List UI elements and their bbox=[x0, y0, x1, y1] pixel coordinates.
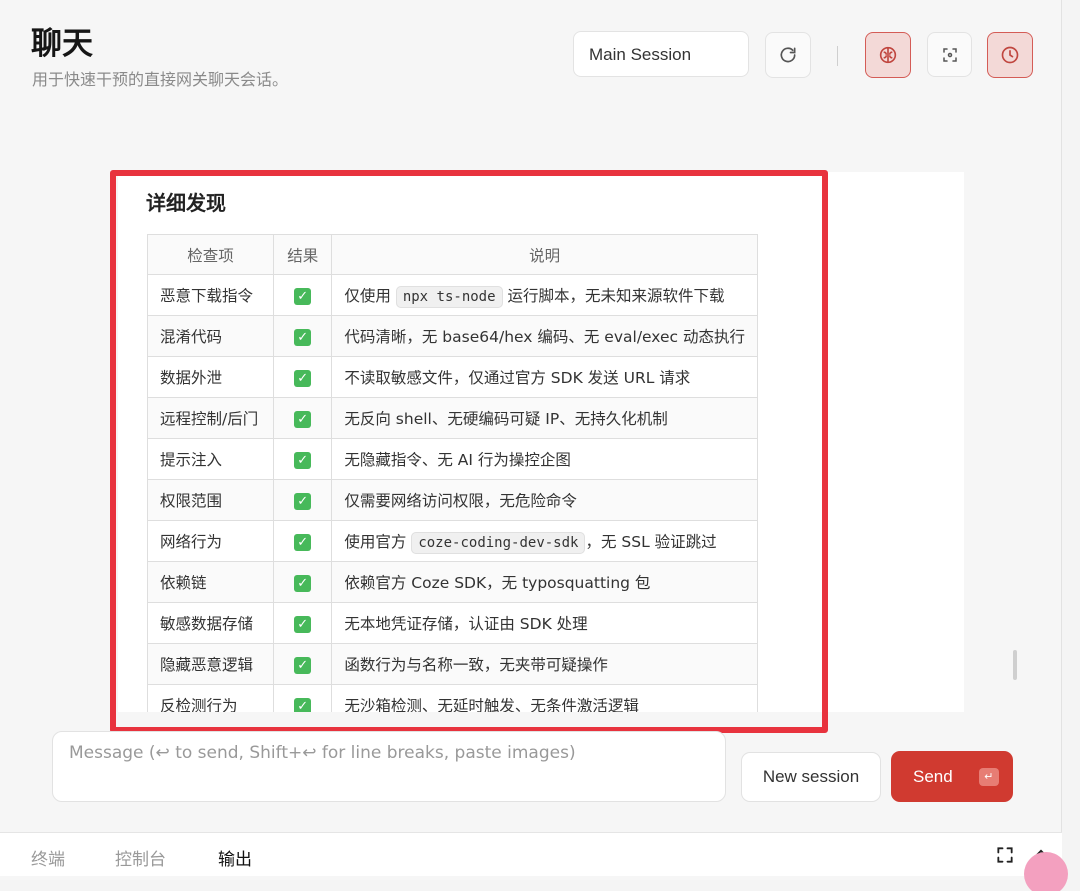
table-row: 网络行为 ✓ 使用官方 coze-coding-dev-sdk ，无 SSL 验证跳过 bbox=[146, 520, 758, 562]
table-row: 依赖链 ✓ 依赖官方 Coze SDK，无 typosquatting 包 bbox=[146, 561, 758, 603]
finding-name-cell: 权限范围 bbox=[146, 479, 275, 521]
finding-result-cell: ✓ bbox=[273, 438, 333, 480]
finding-name-cell: 网络行为 bbox=[146, 520, 275, 562]
finding-description-cell: 无隐藏指令、无 AI 行为操控企图 bbox=[331, 438, 758, 480]
check-mark-icon: ✓ bbox=[294, 492, 312, 510]
finding-name-cell: 敏感数据存储 bbox=[146, 602, 275, 644]
inline-code: coze-coding-dev-sdk bbox=[411, 532, 586, 554]
description-text: 使用官方 bbox=[344, 533, 412, 551]
finding-name-cell: 隐藏恶意逻辑 bbox=[146, 643, 275, 685]
toolbar-divider bbox=[837, 46, 838, 66]
tab-output[interactable]: 输出 bbox=[218, 845, 252, 870]
finding-result-cell: ✓ bbox=[273, 315, 333, 357]
table-row: 权限范围 ✓ 仅需要网络访问权限，无危险命令 bbox=[146, 479, 758, 521]
finding-result-cell: ✓ bbox=[273, 520, 333, 562]
tab-console[interactable]: 控制台 bbox=[115, 845, 166, 870]
finding-description-cell: 无沙箱检测、无延时触发、无条件激活逻辑 bbox=[331, 684, 758, 712]
page-title: 聊天 bbox=[31, 26, 93, 62]
check-mark-icon: ✓ bbox=[294, 697, 312, 712]
check-mark-icon: ✓ bbox=[294, 615, 312, 633]
check-mark-icon: ✓ bbox=[294, 451, 312, 469]
inline-code: npx ts-node bbox=[395, 286, 503, 308]
chat-message-panel[interactable]: 详细发现 检查项 结果 说明 恶意下载指令 ✓ 仅使用 npx ts-node 运行… bbox=[118, 172, 964, 712]
finding-result-cell: ✓ bbox=[273, 479, 333, 521]
check-mark-icon: ✓ bbox=[294, 410, 312, 428]
table-row: 混淆代码 ✓ 代码清晰，无 base64/hex 编码、无 eval/exec 动态… bbox=[146, 315, 758, 357]
mascot-avatar[interactable] bbox=[1024, 852, 1068, 891]
table-row: 敏感数据存储 ✓ 无本地凭证存储，认证由 SDK 处理 bbox=[146, 602, 758, 644]
page-subtitle: 用于快速干预的直接网关聊天会话。 bbox=[32, 70, 289, 89]
send-button[interactable]: Send ↵ bbox=[891, 751, 1013, 802]
check-mark-icon: ✓ bbox=[294, 328, 312, 346]
column-header: 结果 bbox=[273, 234, 333, 275]
finding-description-cell: 函数行为与名称一致，无夹带可疑操作 bbox=[331, 643, 758, 685]
table-header-row: 检查项 结果 说明 bbox=[146, 234, 758, 275]
finding-result-cell: ✓ bbox=[273, 274, 333, 316]
check-mark-icon: ✓ bbox=[294, 574, 312, 592]
finding-result-cell: ✓ bbox=[273, 602, 333, 644]
tab-terminal[interactable]: 终端 bbox=[31, 845, 65, 870]
table-row: 提示注入 ✓ 无隐藏指令、无 AI 行为操控企图 bbox=[146, 438, 758, 480]
finding-name-cell: 远程控制/后门 bbox=[146, 397, 275, 439]
thinking-toggle-button[interactable] bbox=[865, 32, 911, 78]
message-input[interactable]: Message (↩ to send, Shift+↩ for line bre… bbox=[52, 731, 726, 802]
finding-name-cell: 恶意下载指令 bbox=[146, 274, 275, 316]
finding-description-cell: 不读取敏感文件，仅通过官方 SDK 发送 URL 请求 bbox=[331, 356, 758, 398]
finding-name-cell: 提示注入 bbox=[146, 438, 275, 480]
brain-icon bbox=[879, 46, 897, 64]
table-row: 远程控制/后门 ✓ 无反向 shell、无硬编码可疑 IP、无持久化机制 bbox=[146, 397, 758, 439]
table-row: 恶意下载指令 ✓ 仅使用 npx ts-node 运行脚本，无未知来源软件下载 bbox=[146, 274, 758, 316]
send-button-label: Send bbox=[913, 766, 953, 786]
column-header: 检查项 bbox=[146, 234, 275, 275]
finding-description-cell: 依赖官方 Coze SDK，无 typosquatting 包 bbox=[331, 561, 758, 603]
findings-heading: 详细发现 bbox=[146, 191, 226, 215]
clock-icon bbox=[1001, 46, 1019, 64]
finding-description-cell: 使用官方 coze-coding-dev-sdk ，无 SSL 验证跳过 bbox=[331, 520, 758, 562]
finding-result-cell: ✓ bbox=[273, 561, 333, 603]
finding-result-cell: ✓ bbox=[273, 643, 333, 685]
finding-name-cell: 反检测行为 bbox=[146, 684, 275, 712]
description-text: ，无 SSL 验证跳过 bbox=[585, 533, 717, 551]
fullscreen-icon[interactable] bbox=[995, 845, 1015, 865]
finding-result-cell: ✓ bbox=[273, 684, 333, 712]
check-mark-icon: ✓ bbox=[294, 369, 312, 387]
finding-description-cell: 仅使用 npx ts-node 运行脚本，无未知来源软件下载 bbox=[331, 274, 758, 316]
finding-description-cell: 代码清晰，无 base64/hex 编码、无 eval/exec 动态执行 bbox=[331, 315, 758, 357]
finding-name-cell: 数据外泄 bbox=[146, 356, 275, 398]
session-selector[interactable]: Main Session bbox=[573, 31, 749, 77]
history-button[interactable] bbox=[987, 32, 1033, 78]
table-row: 反检测行为 ✓ 无沙箱检测、无延时触发、无条件激活逻辑 bbox=[146, 684, 758, 712]
description-text: 运行脚本，无未知来源软件下载 bbox=[502, 287, 725, 305]
chat-scrollbar[interactable] bbox=[1013, 650, 1017, 680]
column-header: 说明 bbox=[331, 234, 758, 275]
check-mark-icon: ✓ bbox=[294, 533, 312, 551]
app-window: 聊天 用于快速干预的直接网关聊天会话。 Main Session 详细发现 检查… bbox=[0, 0, 1062, 880]
enter-key-icon: ↵ bbox=[978, 767, 999, 786]
focus-icon bbox=[942, 47, 957, 62]
finding-result-cell: ✓ bbox=[273, 356, 333, 398]
new-session-button[interactable]: New session bbox=[741, 752, 881, 802]
finding-description-cell: 无反向 shell、无硬编码可疑 IP、无持久化机制 bbox=[331, 397, 758, 439]
finding-name-cell: 混淆代码 bbox=[146, 315, 275, 357]
findings-table: 检查项 结果 说明 恶意下载指令 ✓ 仅使用 npx ts-node 运行脚本，无未… bbox=[146, 234, 758, 712]
finding-description-cell: 仅需要网络访问权限，无危险命令 bbox=[331, 479, 758, 521]
focus-mode-button[interactable] bbox=[927, 32, 972, 77]
refresh-icon bbox=[780, 47, 796, 63]
table-row: 数据外泄 ✓ 不读取敏感文件，仅通过官方 SDK 发送 URL 请求 bbox=[146, 356, 758, 398]
check-mark-icon: ✓ bbox=[294, 656, 312, 674]
check-mark-icon: ✓ bbox=[294, 287, 312, 305]
table-row: 隐藏恶意逻辑 ✓ 函数行为与名称一致，无夹带可疑操作 bbox=[146, 643, 758, 685]
finding-name-cell: 依赖链 bbox=[146, 561, 275, 603]
description-text: 仅使用 bbox=[344, 287, 396, 305]
finding-description-cell: 无本地凭证存储，认证由 SDK 处理 bbox=[331, 602, 758, 644]
bottom-panel-bar: 终端 控制台 输出 bbox=[0, 832, 1062, 876]
refresh-button[interactable] bbox=[765, 32, 811, 78]
finding-result-cell: ✓ bbox=[273, 397, 333, 439]
